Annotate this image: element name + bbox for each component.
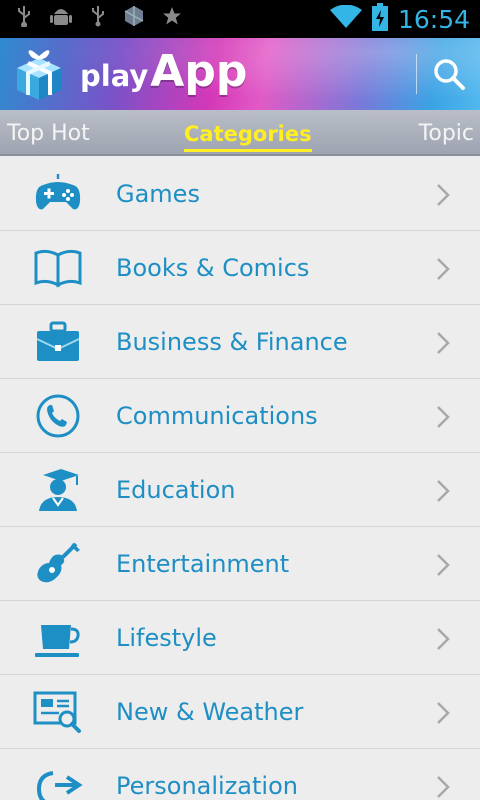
personalization-icon	[33, 763, 83, 800]
tab-categories-label: Categories	[184, 122, 312, 146]
chevron-right-icon	[436, 479, 450, 503]
category-label: Games	[116, 180, 200, 208]
category-row-games[interactable]: Games	[0, 157, 480, 231]
category-label: Entertainment	[116, 550, 290, 578]
header-divider	[416, 54, 417, 94]
briefcase-icon	[33, 319, 83, 365]
category-label: Business & Finance	[116, 328, 348, 356]
clock: 16:54	[397, 4, 470, 34]
category-row-lifestyle[interactable]: Lifestyle	[0, 601, 480, 675]
app-header: play App	[0, 38, 480, 110]
cup-icon	[33, 615, 83, 661]
guitar-icon	[33, 541, 83, 587]
category-label: Personalization	[116, 772, 298, 800]
usb-icon	[16, 5, 32, 34]
category-label: Lifestyle	[116, 624, 217, 652]
chevron-right-icon	[436, 405, 450, 429]
chevron-right-icon	[436, 553, 450, 577]
category-row-communications[interactable]: Communications	[0, 379, 480, 453]
chevron-right-icon	[436, 331, 450, 355]
search-button[interactable]	[430, 56, 468, 94]
category-row-new-weather[interactable]: New & Weather	[0, 675, 480, 749]
tab-top-hot[interactable]: Top Hot	[7, 110, 90, 154]
star-icon	[162, 6, 182, 33]
category-label: New & Weather	[116, 698, 304, 726]
category-row-business-finance[interactable]: Business & Finance	[0, 305, 480, 379]
chevron-right-icon	[436, 257, 450, 281]
open-book-icon	[33, 245, 83, 291]
phone-icon	[33, 393, 83, 439]
status-bar: 16:54	[0, 0, 480, 38]
battery-charging-icon	[371, 3, 388, 35]
tab-topic[interactable]: Topic	[419, 110, 474, 154]
tab-bar: Top Hot Categories Topic	[0, 110, 480, 156]
brand-logo: play App	[80, 46, 247, 102]
gamepad-icon	[33, 171, 83, 217]
category-row-education[interactable]: Education	[0, 453, 480, 527]
system-icons: 16:54	[329, 3, 470, 35]
notification-icons	[16, 5, 182, 34]
brand-play-text: play	[80, 59, 149, 93]
android-debug-icon	[50, 4, 72, 35]
category-row-entertainment[interactable]: Entertainment	[0, 527, 480, 601]
chevron-right-icon	[436, 775, 450, 799]
gift-box-logo-icon[interactable]	[15, 48, 63, 100]
app-notification-icon	[124, 5, 144, 34]
category-list[interactable]: Games Books & Comics Business & Finance	[0, 157, 480, 800]
chevron-right-icon	[436, 701, 450, 725]
wifi-icon	[329, 4, 362, 33]
category-label: Books & Comics	[116, 254, 310, 282]
usb-icon	[90, 5, 106, 34]
news-search-icon	[33, 689, 83, 735]
tab-categories[interactable]: Categories	[184, 110, 312, 154]
chevron-right-icon	[436, 183, 450, 207]
category-label: Communications	[116, 402, 318, 430]
chevron-right-icon	[436, 627, 450, 651]
category-label: Education	[116, 476, 236, 504]
brand-app-text: App	[150, 46, 248, 97]
graduate-icon	[33, 467, 83, 513]
search-icon	[434, 59, 465, 90]
category-row-personalization[interactable]: Personalization	[0, 749, 480, 800]
tab-selected-indicator	[184, 149, 312, 152]
category-row-books-comics[interactable]: Books & Comics	[0, 231, 480, 305]
